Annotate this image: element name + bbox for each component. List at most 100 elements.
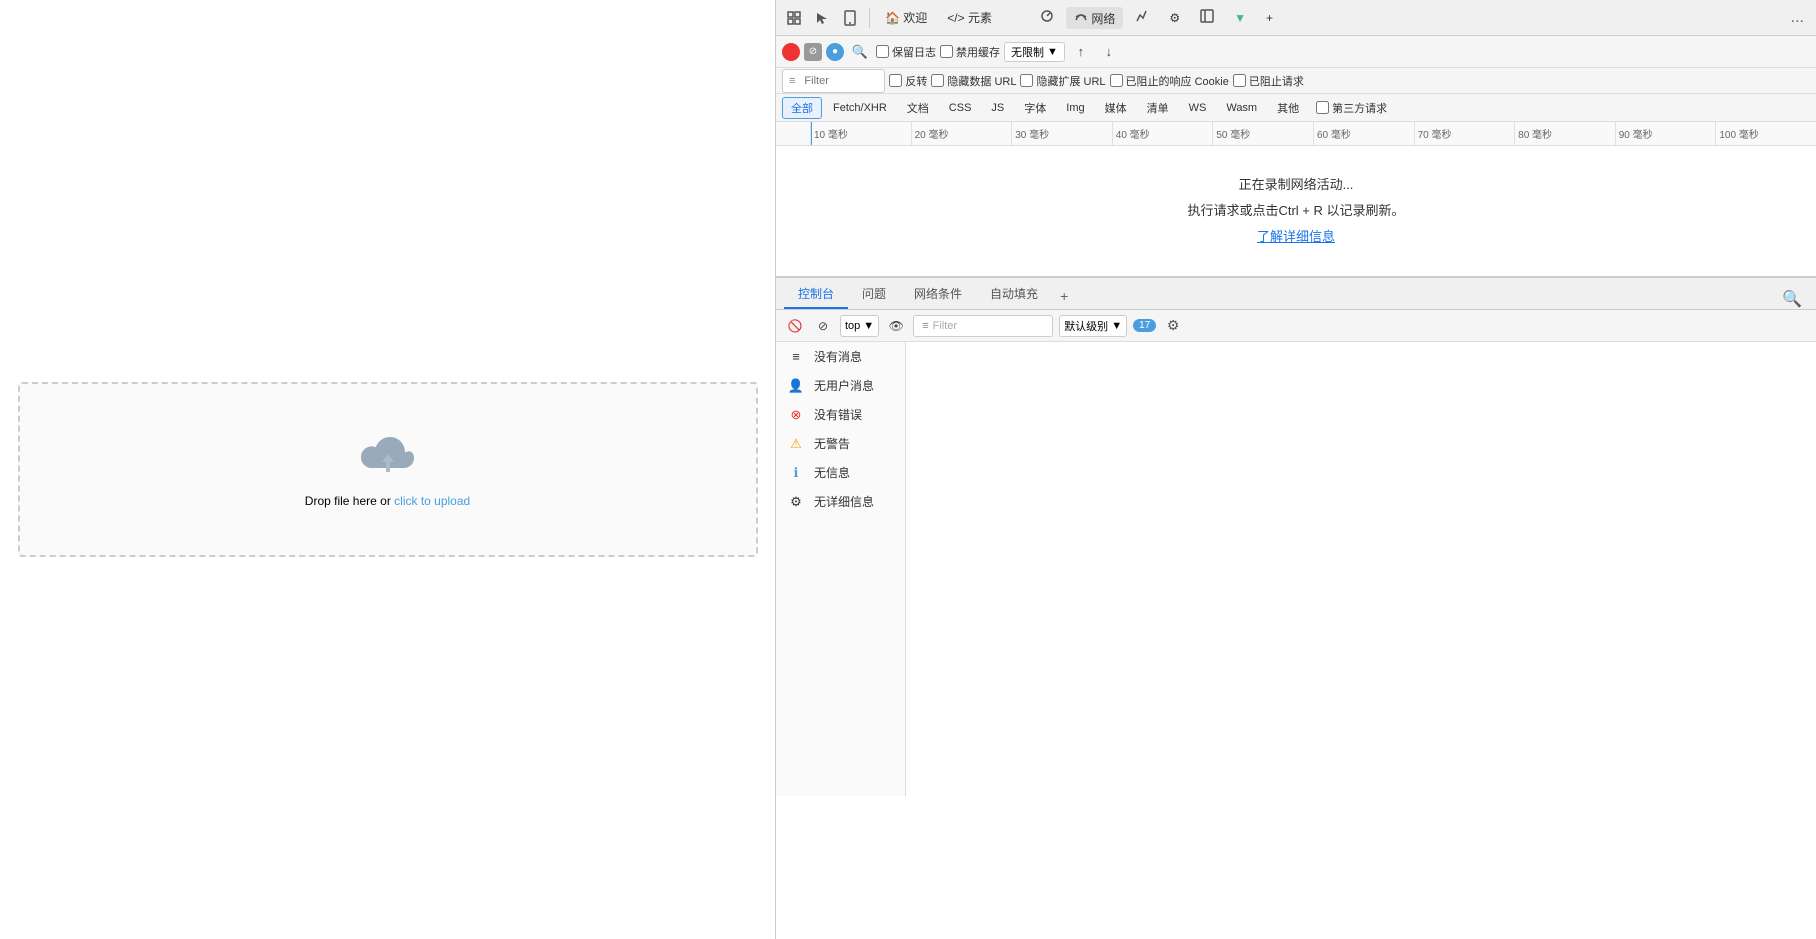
dropdown-no-messages[interactable]: ≡ 没有消息	[776, 342, 905, 371]
tick-90ms: 90 毫秒	[1615, 122, 1716, 145]
network-badge: ●	[826, 43, 844, 61]
preserve-log-checkbox[interactable]	[876, 45, 889, 58]
type-img[interactable]: Img	[1057, 99, 1093, 117]
warning-triangle-icon: ⚠	[788, 436, 804, 452]
type-wasm[interactable]: Wasm	[1217, 99, 1266, 117]
type-manifest[interactable]: 清单	[1138, 97, 1178, 119]
dropdown-no-user[interactable]: 👤 无用户消息	[776, 371, 905, 400]
tab-settings[interactable]: ⚙	[1161, 9, 1188, 27]
upload-link[interactable]: click to upload	[394, 494, 470, 508]
type-all[interactable]: 全部	[782, 97, 822, 119]
blocked-response-label[interactable]: 已阻止的响应 Cookie	[1110, 73, 1229, 89]
pointer-icon[interactable]	[810, 6, 834, 30]
separator-1	[869, 8, 870, 28]
type-doc[interactable]: 文档	[898, 97, 938, 119]
console-dropdown-list: ≡ 没有消息 👤 无用户消息 ⊗ 没有错误 ⚠ 无警告 ℹ 无信息	[776, 342, 906, 796]
dropdown-no-errors[interactable]: ⊗ 没有错误	[776, 400, 905, 429]
tab-issues[interactable]: 问题	[848, 280, 900, 309]
tab-elements[interactable]: </> 元素	[939, 7, 1000, 28]
network-filter-bar: ⊘ ● 🔍 保留日志 禁用缓存 无限制 ▼ ↑ ↓	[776, 36, 1816, 68]
dropdown-no-verbose[interactable]: ⚙ 无详细信息	[776, 487, 905, 516]
console-content: ≡ 没有消息 👤 无用户消息 ⊗ 没有错误 ⚠ 无警告 ℹ 无信息	[776, 342, 1816, 796]
disable-cache-label[interactable]: 禁用缓存	[940, 44, 1000, 60]
reverse-checkbox[interactable]	[889, 74, 902, 87]
tick-50ms: 50 毫秒	[1212, 122, 1313, 145]
devtools-panel: 🏠 欢迎 </> 元素 网络 ⚙ ▼ + ... ⊘ ● 🔍 保留日志	[775, 0, 1816, 939]
disable-cache-checkbox[interactable]	[940, 45, 953, 58]
hide-data-url-label[interactable]: 隐藏数据 URL	[931, 73, 1016, 89]
upload-cloud-icon	[358, 432, 418, 482]
timeline-ticks: 10 毫秒 20 毫秒 30 毫秒 40 毫秒 50 毫秒 60 毫秒 70 毫…	[776, 122, 1816, 145]
bottom-panel: 控制台 问题 网络条件 自动填充 + 🔍 🚫 ⊘ top ▼ 👁 ≡ Filte…	[776, 276, 1816, 796]
import-icon[interactable]: ↑	[1069, 40, 1093, 64]
console-extra-icon: 🔍	[1776, 289, 1808, 309]
console-filter-button[interactable]: ⊘	[812, 315, 834, 337]
inspect-icon[interactable]	[782, 6, 806, 30]
tab-add[interactable]: +	[1258, 9, 1281, 27]
error-count-badge: 17	[1133, 319, 1156, 332]
tick-40ms: 40 毫秒	[1112, 122, 1213, 145]
error-circle-icon: ⊗	[788, 407, 804, 423]
dropdown-no-warnings[interactable]: ⚠ 无警告	[776, 429, 905, 458]
tab-welcome[interactable]: 🏠 欢迎	[877, 7, 935, 28]
severity-selector[interactable]: 默认级别 ▼	[1059, 315, 1127, 337]
type-other[interactable]: 其他	[1268, 97, 1308, 119]
clear-button[interactable]: ⊘	[804, 43, 822, 61]
tab-network[interactable]: 网络	[1066, 7, 1123, 29]
record-button[interactable]	[782, 43, 800, 61]
type-fetch-xhr[interactable]: Fetch/XHR	[824, 99, 896, 117]
severity-chevron-icon: ▼	[1111, 320, 1122, 332]
blocked-request-checkbox[interactable]	[1233, 74, 1246, 87]
network-filter-bar-2: ≡ 反转 隐藏数据 URL 隐藏扩展 URL 已阻止的响应 Cookie 已阻止…	[776, 68, 1816, 94]
upload-area[interactable]: Drop file here or click to upload	[18, 382, 758, 557]
dropdown-no-info[interactable]: ℹ 无信息	[776, 458, 905, 487]
type-js[interactable]: JS	[982, 99, 1013, 117]
tab-vue[interactable]: ▼	[1226, 9, 1254, 27]
tab-close-sidebar[interactable]	[1192, 7, 1222, 28]
type-media[interactable]: 媒体	[1096, 97, 1136, 119]
type-ws[interactable]: WS	[1180, 99, 1216, 117]
console-search-icon[interactable]: 🔍	[1776, 289, 1808, 309]
top-context-selector[interactable]: top ▼	[840, 315, 879, 337]
tick-100ms: 100 毫秒	[1715, 122, 1816, 145]
more-tools-button[interactable]: ...	[1785, 9, 1810, 27]
network-empty-state: 正在录制网络活动... 执行请求或点击Ctrl + R 以记录刷新。 了解详细信…	[776, 146, 1816, 276]
blocked-response-checkbox[interactable]	[1110, 74, 1123, 87]
verbose-icon: ⚙	[788, 494, 804, 510]
tab-performance2[interactable]	[1127, 7, 1157, 28]
left-panel: Drop file here or click to upload	[0, 0, 775, 939]
tab-console[interactable]: 控制台	[784, 280, 848, 309]
third-party-check[interactable]: 第三方请求	[1316, 100, 1387, 116]
tick-80ms: 80 毫秒	[1514, 122, 1615, 145]
device-icon[interactable]	[838, 6, 862, 30]
search-icon[interactable]: 🔍	[848, 40, 872, 64]
type-css[interactable]: CSS	[940, 99, 981, 117]
blocked-request-label[interactable]: 已阻止请求	[1233, 73, 1304, 89]
add-panel-button[interactable]: +	[1052, 283, 1076, 309]
tick-60ms: 60 毫秒	[1313, 122, 1414, 145]
hide-data-url-checkbox[interactable]	[931, 74, 944, 87]
preserve-log-label[interactable]: 保留日志	[876, 44, 936, 60]
throttle-selector[interactable]: 无限制 ▼	[1004, 42, 1065, 62]
upload-text: Drop file here or click to upload	[305, 494, 470, 508]
filter-input[interactable]	[798, 71, 878, 91]
reverse-label[interactable]: 反转	[889, 73, 927, 89]
tab-network-conditions[interactable]: 网络条件	[900, 280, 976, 309]
learn-more-link[interactable]: 了解详细信息	[1257, 224, 1335, 250]
tick-30ms: 30 毫秒	[1011, 122, 1112, 145]
tab-performance[interactable]	[1032, 7, 1062, 28]
third-party-checkbox[interactable]	[1316, 101, 1329, 114]
console-clear-button[interactable]: 🚫	[784, 315, 806, 337]
console-right-area	[906, 342, 1816, 796]
console-settings-icon[interactable]: ⚙	[1162, 315, 1184, 337]
list-icon: ≡	[788, 349, 804, 365]
hide-ext-url-checkbox[interactable]	[1020, 74, 1033, 87]
tick-70ms: 70 毫秒	[1414, 122, 1515, 145]
tick-10ms: 10 毫秒	[810, 122, 911, 145]
eye-icon[interactable]: 👁	[885, 315, 907, 337]
tab-autofill[interactable]: 自动填充	[976, 280, 1052, 309]
type-font[interactable]: 字体	[1015, 97, 1055, 119]
hide-ext-url-label[interactable]: 隐藏扩展 URL	[1020, 73, 1105, 89]
export-icon[interactable]: ↓	[1097, 40, 1121, 64]
network-type-bar: 全部 Fetch/XHR 文档 CSS JS 字体 Img 媒体 清单 WS W…	[776, 94, 1816, 122]
